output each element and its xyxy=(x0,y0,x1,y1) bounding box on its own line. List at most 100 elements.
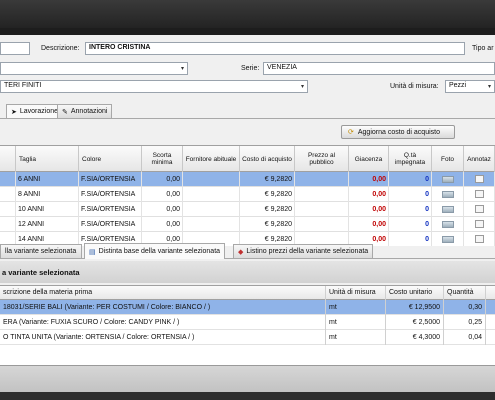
cell-fornitore[interactable] xyxy=(183,187,240,202)
cell-annotazioni[interactable] xyxy=(464,202,495,217)
aggiorna-costo-button[interactable]: ⟳ Aggiorna costo di acquisto xyxy=(341,125,455,139)
row-indicator[interactable] xyxy=(0,172,16,187)
materia-prima-row[interactable]: ERA (Variante: FUXIA SCURO / Colore: CAN… xyxy=(0,315,495,330)
codice-field[interactable] xyxy=(0,42,30,55)
cell-annotazioni[interactable] xyxy=(464,232,495,246)
cell-unita-misura[interactable]: mt xyxy=(326,300,386,315)
row-indicator[interactable] xyxy=(0,217,16,232)
note-icon[interactable] xyxy=(474,235,484,244)
header-annotazioni[interactable]: Annotaz xyxy=(464,146,495,172)
cell-costo[interactable]: € 9,2820 xyxy=(240,172,295,187)
cell-descrizione-materia[interactable]: 18031/SERIE BALI (Variante: PER COSTUMI … xyxy=(0,300,326,315)
image-icon[interactable] xyxy=(441,235,454,243)
categoria-combo[interactable]: TERI FINITI ▾ xyxy=(0,80,308,93)
tab-listino-prezzi[interactable]: ◆ Listino prezzi della variante selezion… xyxy=(233,244,374,258)
header-giacenza[interactable]: Giacenza xyxy=(349,146,389,172)
linea-combo[interactable]: ▾ xyxy=(0,62,188,75)
cell-fornitore[interactable] xyxy=(183,202,240,217)
cell-giacenza[interactable]: 0,00 xyxy=(349,217,389,232)
cell-annotazioni[interactable] xyxy=(464,172,495,187)
cell-quantita[interactable]: 0,04 xyxy=(444,330,486,345)
cell-colore[interactable]: F.SIA/ORTENSIA xyxy=(79,217,142,232)
note-icon[interactable] xyxy=(474,205,484,214)
cell-taglia[interactable]: 12 ANNI xyxy=(16,217,79,232)
cell-costo-unitario[interactable]: € 4,3000 xyxy=(386,330,444,345)
materia-prima-row[interactable]: 18031/SERIE BALI (Variante: PER COSTUMI … xyxy=(0,300,495,315)
cell-impegnata[interactable]: 0 xyxy=(389,187,432,202)
cell-scorta[interactable]: 0,00 xyxy=(142,187,183,202)
tab-annotazioni[interactable]: ✎ Annotazioni xyxy=(57,104,113,118)
header-colore[interactable]: Colore xyxy=(79,146,142,172)
header-costo[interactable]: Costo di acquisto xyxy=(240,146,295,172)
header-unita-misura[interactable]: Unità di misura xyxy=(326,286,386,300)
tab-distinta-base[interactable]: ▤ Distinta base della variante seleziona… xyxy=(84,243,226,259)
tab-varianti-info[interactable]: lla variante selezionata xyxy=(0,244,82,258)
header-quantita[interactable]: Quantità xyxy=(444,286,486,300)
cell-unita-misura[interactable]: mt xyxy=(326,330,386,345)
cell-taglia[interactable]: 6 ANNI xyxy=(16,172,79,187)
cell-colore[interactable]: F.SIA/ORTENSIA xyxy=(79,202,142,217)
variant-row[interactable]: 6 ANNI F.SIA/ORTENSIA 0,00 € 9,2820 0,00 0 xyxy=(0,172,495,187)
header-costo-unitario[interactable]: Costo unitario xyxy=(386,286,444,300)
cell-foto[interactable] xyxy=(432,232,464,246)
cell-colore[interactable]: F.SIA/ORTENSIA xyxy=(79,172,142,187)
cell-impegnata[interactable]: 0 xyxy=(389,232,432,246)
unita-field[interactable]: Pezzi ▾ xyxy=(445,80,495,93)
cell-foto[interactable] xyxy=(432,187,464,202)
cell-descrizione-materia[interactable]: O TINTA UNITA (Variante: ORTENSIA / Colo… xyxy=(0,330,326,345)
cell-impegnata[interactable]: 0 xyxy=(389,202,432,217)
cell-foto[interactable] xyxy=(432,202,464,217)
variant-row[interactable]: 8 ANNI F.SIA/ORTENSIA 0,00 € 9,2820 0,00 0 xyxy=(0,187,495,202)
cell-impegnata[interactable]: 0 xyxy=(389,172,432,187)
variant-row[interactable]: 12 ANNI F.SIA/ORTENSIA 0,00 € 9,2820 0,00 0 xyxy=(0,217,495,232)
cell-giacenza[interactable]: 0,00 xyxy=(349,172,389,187)
cell-scorta[interactable]: 0,00 xyxy=(142,217,183,232)
cell-costo[interactable]: € 9,2820 xyxy=(240,202,295,217)
cell-foto[interactable] xyxy=(432,217,464,232)
cell-giacenza[interactable]: 0,00 xyxy=(349,187,389,202)
cell-fornitore[interactable] xyxy=(183,172,240,187)
cell-quantita[interactable]: 0,30 xyxy=(444,300,486,315)
cell-prezzo[interactable] xyxy=(295,172,349,187)
row-indicator[interactable] xyxy=(0,187,16,202)
image-icon[interactable] xyxy=(441,220,454,228)
cell-annotazioni[interactable] xyxy=(464,217,495,232)
cell-annotazioni[interactable] xyxy=(464,187,495,202)
header-taglia[interactable]: Taglia xyxy=(16,146,79,172)
header-prezzo[interactable]: Prezzo al pubblico xyxy=(295,146,349,172)
cell-scorta[interactable]: 0,00 xyxy=(142,202,183,217)
cell-costo-unitario[interactable]: € 12,9500 xyxy=(386,300,444,315)
cell-colore[interactable]: F.SIA/ORTENSIA xyxy=(79,187,142,202)
cell-quantita[interactable]: 0,25 xyxy=(444,315,486,330)
header-foto[interactable]: Foto xyxy=(432,146,464,172)
cell-scorta[interactable]: 0,00 xyxy=(142,172,183,187)
cell-foto[interactable] xyxy=(432,172,464,187)
cell-prezzo[interactable] xyxy=(295,202,349,217)
note-icon[interactable] xyxy=(474,220,484,229)
cell-fornitore[interactable] xyxy=(183,217,240,232)
cell-taglia[interactable]: 10 ANNI xyxy=(16,202,79,217)
cell-prezzo[interactable] xyxy=(295,187,349,202)
materia-prima-row[interactable]: O TINTA UNITA (Variante: ORTENSIA / Colo… xyxy=(0,330,495,345)
note-icon[interactable] xyxy=(474,190,484,199)
cell-giacenza[interactable]: 0,00 xyxy=(349,202,389,217)
note-icon[interactable] xyxy=(474,175,484,184)
header-impegnata[interactable]: Q.tà impegnata xyxy=(389,146,432,172)
descrizione-field[interactable]: INTERO CRISTINA xyxy=(85,42,465,55)
cell-prezzo[interactable] xyxy=(295,217,349,232)
cell-unita-misura[interactable]: mt xyxy=(326,315,386,330)
row-indicator[interactable] xyxy=(0,202,16,217)
image-icon[interactable] xyxy=(441,175,454,183)
header-descrizione-materia[interactable]: scrizione della materia prima xyxy=(0,286,326,300)
variant-row[interactable]: 10 ANNI F.SIA/ORTENSIA 0,00 € 9,2820 0,00 0 xyxy=(0,202,495,217)
image-icon[interactable] xyxy=(441,190,454,198)
tab-lavorazione[interactable]: ➤ Lavorazione xyxy=(6,104,64,118)
cell-costo[interactable]: € 9,2820 xyxy=(240,187,295,202)
cell-impegnata[interactable]: 0 xyxy=(389,217,432,232)
cell-taglia[interactable]: 8 ANNI xyxy=(16,187,79,202)
image-icon[interactable] xyxy=(441,205,454,213)
header-scorta[interactable]: Scorta minima xyxy=(142,146,183,172)
cell-costo-unitario[interactable]: € 2,5000 xyxy=(386,315,444,330)
cell-costo[interactable]: € 9,2820 xyxy=(240,217,295,232)
cell-descrizione-materia[interactable]: ERA (Variante: FUXIA SCURO / Colore: CAN… xyxy=(0,315,326,330)
